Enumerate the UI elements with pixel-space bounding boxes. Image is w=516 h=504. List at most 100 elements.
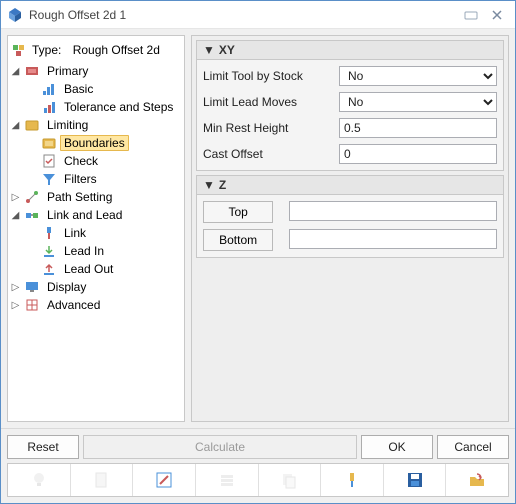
tree-item-filters[interactable]: · Filters [10,170,182,188]
row-bottom: Bottom [203,229,497,251]
bulb-icon [29,470,49,490]
input-top[interactable] [289,201,497,221]
label-cast-offset: Cast Offset [203,147,333,161]
tree-item-link-and-lead[interactable]: ◢ Link and Lead [10,206,182,224]
tree-label: Limiting [43,117,92,133]
lead-out-icon [41,261,57,277]
row-top: Top [203,201,497,223]
reset-button[interactable]: Reset [7,435,79,459]
properties-pane: ▼ XY Limit Tool by Stock No Limit Lead M… [191,35,509,422]
tree-item-path-setting[interactable]: ▷ Path Setting [10,188,182,206]
row-cast-offset: Cast Offset [203,144,497,164]
toolbar-stack-button[interactable] [196,464,259,496]
tree-label: Boundaries [60,135,129,151]
tree-label: Display [43,279,90,295]
input-min-rest[interactable] [339,118,497,138]
stack-icon [217,470,237,490]
section-z-body: Top Bottom [197,195,503,257]
edit-icon [154,470,174,490]
expand-icon[interactable]: ▷ [10,282,21,293]
toolbar-copy-button[interactable] [259,464,322,496]
close-button[interactable] [485,6,509,24]
collapse-icon[interactable]: ◢ [10,66,21,77]
tree-label: Check [60,153,102,169]
section-z: ▼ Z Top Bottom [196,175,504,258]
section-z-header[interactable]: ▼ Z [197,176,503,195]
tree-label: Advanced [43,297,104,313]
tree-item-limiting[interactable]: ◢ Limiting [10,116,182,134]
filters-icon [41,171,57,187]
advanced-icon [24,297,40,313]
tree-item-lead-in[interactable]: · Lead In [10,242,182,260]
expand-icon[interactable]: ▷ [10,300,21,311]
save-icon [405,470,425,490]
app-icon [7,7,23,23]
tree-item-check[interactable]: · Check [10,152,182,170]
tree-label: Filters [60,171,101,187]
tree-label: Tolerance and Steps [60,99,177,115]
toolbar-link-button[interactable] [321,464,384,496]
tree-item-advanced[interactable]: ▷ Advanced [10,296,182,314]
link-tool-icon [342,470,362,490]
collapse-icon[interactable]: ◢ [10,210,21,221]
toolbar-edit-button[interactable] [133,464,196,496]
path-icon [24,189,40,205]
basic-icon [41,81,57,97]
type-prefix: Type: [32,43,61,57]
footer-buttons: Reset Calculate OK Cancel [7,435,509,459]
link-icon [41,225,57,241]
tree-label: Basic [60,81,97,97]
tree-item-link[interactable]: · Link [10,224,182,242]
copy-icon [279,470,299,490]
chevron-down-icon: ▼ [203,178,215,192]
row-limit-tool: Limit Tool by Stock No [203,66,497,86]
tree-item-primary[interactable]: ◢ Primary [10,62,182,80]
button-bottom[interactable]: Bottom [203,229,273,251]
type-row: Type: Rough Offset 2d [10,40,182,62]
ok-button[interactable]: OK [361,435,433,459]
toolbar-save-button[interactable] [384,464,447,496]
toolbar-load-button[interactable] [446,464,508,496]
dialog-window: Rough Offset 2d 1 Type: Rough Offset 2d … [0,0,516,504]
section-xy: ▼ XY Limit Tool by Stock No Limit Lead M… [196,40,504,171]
tree-item-tolerance[interactable]: · Tolerance and Steps [10,98,182,116]
tree-item-display[interactable]: ▷ Display [10,278,182,296]
button-top[interactable]: Top [203,201,273,223]
label-limit-lead: Limit Lead Moves [203,95,333,109]
tree-label: Lead Out [60,261,117,277]
tree-item-lead-out[interactable]: · Lead Out [10,260,182,278]
tree-pane: Type: Rough Offset 2d ◢ Primary · Basic … [7,35,185,422]
select-limit-tool[interactable]: No [339,66,497,86]
help-button[interactable] [459,6,483,24]
footer-toolbar [7,463,509,497]
limiting-icon [24,117,40,133]
section-title: XY [219,43,235,57]
tree-item-boundaries[interactable]: · Boundaries [10,134,182,152]
folder-open-icon [467,470,487,490]
row-min-rest: Min Rest Height [203,118,497,138]
tree-item-basic[interactable]: · Basic [10,80,182,98]
tree-label: Path Setting [43,189,116,205]
label-min-rest: Min Rest Height [203,121,333,135]
dialog-body: Type: Rough Offset 2d ◢ Primary · Basic … [1,29,515,428]
tree-label: Link and Lead [43,207,126,223]
boundaries-icon [41,135,57,151]
cancel-button[interactable]: Cancel [437,435,509,459]
primary-icon [24,63,40,79]
collapse-icon[interactable]: ◢ [10,120,21,131]
toolbar-doc-button[interactable] [71,464,134,496]
titlebar: Rough Offset 2d 1 [1,1,515,29]
type-value: Rough Offset 2d [73,43,160,57]
tree-label: Lead In [60,243,108,259]
type-icon [12,42,28,58]
display-icon [24,279,40,295]
input-cast-offset[interactable] [339,144,497,164]
section-xy-header[interactable]: ▼ XY [197,41,503,60]
check-icon [41,153,57,169]
toolbar-bulb-button[interactable] [8,464,71,496]
calculate-button[interactable]: Calculate [83,435,357,459]
select-limit-lead[interactable]: No [339,92,497,112]
expand-icon[interactable]: ▷ [10,192,21,203]
section-title: Z [219,178,226,192]
input-bottom[interactable] [289,229,497,249]
